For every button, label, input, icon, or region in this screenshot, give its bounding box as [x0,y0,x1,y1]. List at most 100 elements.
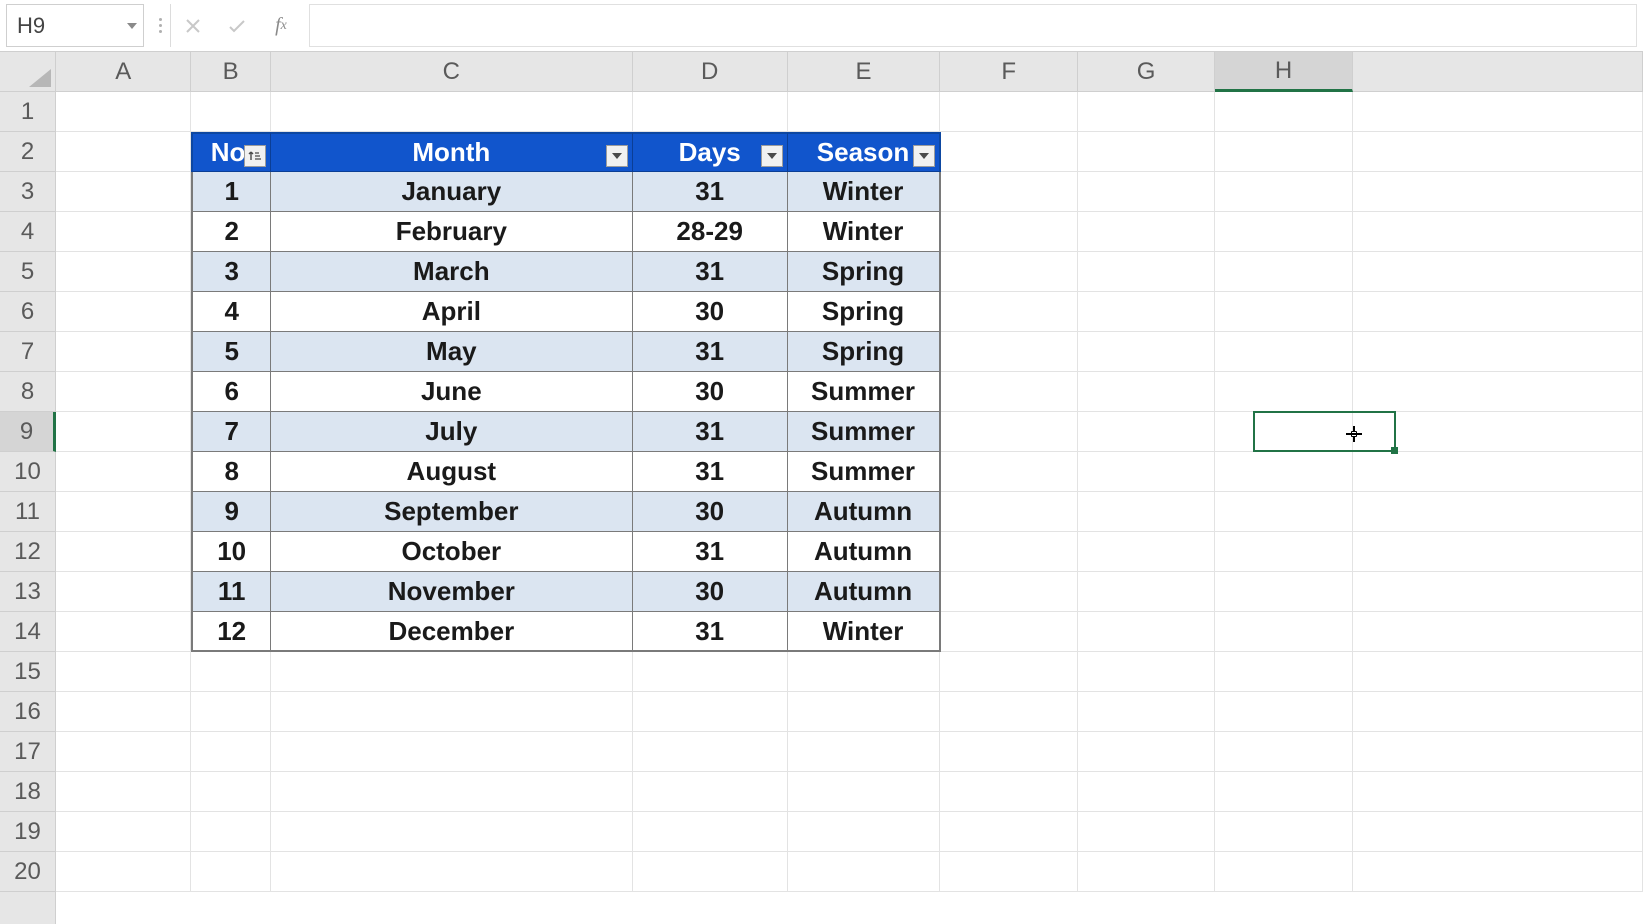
cell-B16[interactable] [191,692,270,732]
cell-G11[interactable] [1078,492,1215,532]
cell-C14[interactable]: December [271,612,633,652]
select-all-corner[interactable] [0,52,56,92]
cell-G12[interactable] [1078,532,1215,572]
column-header-A[interactable]: A [56,52,191,91]
cell-I10[interactable] [1353,452,1643,492]
row-header-13[interactable]: 13 [0,572,55,612]
cell-I12[interactable] [1353,532,1643,572]
cell-E16[interactable] [788,692,941,732]
row-header-4[interactable]: 4 [0,212,55,252]
cell-A13[interactable] [56,572,191,612]
cell-H1[interactable] [1215,92,1352,132]
name-box-dropdown-icon[interactable] [121,23,143,29]
cell-D20[interactable] [633,852,788,892]
cell-A3[interactable] [56,172,191,212]
cell-D19[interactable] [633,812,788,852]
cell-B10[interactable]: 8 [191,452,270,492]
cell-C8[interactable]: June [271,372,633,412]
cell-B1[interactable] [191,92,270,132]
cell-B11[interactable]: 9 [191,492,270,532]
cell-H3[interactable] [1215,172,1352,212]
sort-ascending-icon[interactable] [244,145,266,167]
cell-H9[interactable] [1215,412,1352,452]
cell-F16[interactable] [940,692,1077,732]
cell-A6[interactable] [56,292,191,332]
cell-F12[interactable] [941,532,1078,572]
cell-H20[interactable] [1215,852,1352,892]
cell-G8[interactable] [1078,372,1215,412]
column-header-D[interactable]: D [633,52,788,91]
cell-G13[interactable] [1078,572,1215,612]
cell-B9[interactable]: 7 [191,412,270,452]
cell-G14[interactable] [1078,612,1215,652]
cell-C20[interactable] [271,852,633,892]
cell-C17[interactable] [271,732,633,772]
column-header-E[interactable]: E [788,52,941,91]
cell-H14[interactable] [1215,612,1352,652]
cell-G18[interactable] [1078,772,1215,812]
cell-D14[interactable]: 31 [633,612,788,652]
cell-D7[interactable]: 31 [633,332,788,372]
cell-H11[interactable] [1215,492,1352,532]
cell-D12[interactable]: 31 [633,532,788,572]
cell-D16[interactable] [633,692,788,732]
cell-F3[interactable] [941,172,1078,212]
cell-H16[interactable] [1215,692,1352,732]
row-header-14[interactable]: 14 [0,612,55,652]
row-header-12[interactable]: 12 [0,532,55,572]
filter-dropdown-button[interactable] [761,145,783,167]
cell-G4[interactable] [1078,212,1215,252]
cell-G7[interactable] [1078,332,1215,372]
cell-G20[interactable] [1078,852,1215,892]
cell-I13[interactable] [1353,572,1643,612]
filter-dropdown-button[interactable] [606,145,628,167]
cell-H7[interactable] [1215,332,1352,372]
cell-D9[interactable]: 31 [633,412,788,452]
cell-E17[interactable] [788,732,941,772]
cell-A19[interactable] [56,812,191,852]
cell-C16[interactable] [271,692,633,732]
cell-F10[interactable] [941,452,1078,492]
formula-input[interactable] [309,4,1637,47]
cell-E14[interactable]: Winter [788,612,941,652]
row-header-8[interactable]: 8 [0,372,55,412]
cell-A20[interactable] [56,852,191,892]
cell-D2[interactable]: Days [633,132,788,172]
cell-A10[interactable] [56,452,191,492]
cell-D10[interactable]: 31 [633,452,788,492]
column-header-G[interactable]: G [1078,52,1215,91]
row-header-10[interactable]: 10 [0,452,55,492]
cell-C6[interactable]: April [271,292,633,332]
cell-I19[interactable] [1353,812,1643,852]
cell-C5[interactable]: March [271,252,633,292]
cell-B6[interactable]: 4 [191,292,270,332]
cell-B19[interactable] [191,812,270,852]
cell-B8[interactable]: 6 [191,372,270,412]
cell-I17[interactable] [1353,732,1643,772]
cell-A1[interactable] [56,92,191,132]
cell-B18[interactable] [191,772,270,812]
cell-C3[interactable]: January [271,172,633,212]
cell-H13[interactable] [1215,572,1352,612]
cell-F15[interactable] [940,652,1077,692]
column-header-B[interactable]: B [191,52,270,91]
cell-G6[interactable] [1078,292,1215,332]
cell-B3[interactable]: 1 [191,172,270,212]
cell-F7[interactable] [941,332,1078,372]
name-box[interactable]: H9 [6,4,144,47]
cell-C2[interactable]: Month [271,132,633,172]
cell-H6[interactable] [1215,292,1352,332]
cell-C15[interactable] [271,652,633,692]
cell-F6[interactable] [941,292,1078,332]
cell-H8[interactable] [1215,372,1352,412]
column-header-C[interactable]: C [271,52,633,91]
cell-E1[interactable] [788,92,941,132]
cell-I11[interactable] [1353,492,1643,532]
row-header-16[interactable]: 16 [0,692,55,732]
cell-F9[interactable] [941,412,1078,452]
cell-H10[interactable] [1215,452,1352,492]
cell-C7[interactable]: May [271,332,633,372]
cell-G15[interactable] [1078,652,1215,692]
cell-G3[interactable] [1078,172,1215,212]
cell-F17[interactable] [940,732,1077,772]
